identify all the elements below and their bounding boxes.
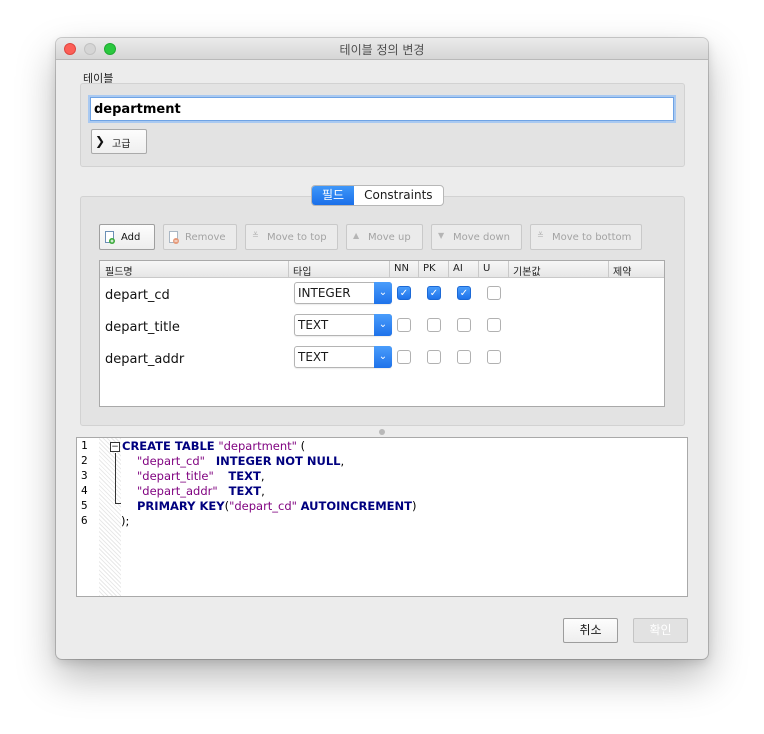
ai-checkbox[interactable]: ✓ [457,286,471,300]
move-to-bottom-label: Move to bottom [552,232,632,243]
table-definition-dialog: 테이블 정의 변경 테이블 ❯ 고급 필드 Constraints Add Re… [56,38,708,659]
tab-bar: 필드 Constraints [311,185,444,206]
column-header-ai[interactable]: AI [453,263,463,274]
column-header-pk[interactable]: PK [423,263,436,274]
move-down-icon: ▼ [438,231,445,240]
code-line: "depart_addr" TEXT, [137,484,265,498]
ai-checkbox[interactable] [457,318,471,332]
column-header-type[interactable]: 타입 [293,263,311,278]
pk-checkbox[interactable] [427,318,441,332]
column-divider [608,261,609,278]
type-value: TEXT [298,318,329,332]
title-bar: 테이블 정의 변경 [56,38,708,60]
table-groupbox [80,83,685,167]
move-to-top-button[interactable]: ≚ Move to top [245,224,338,250]
move-up-label: Move up [368,232,411,243]
add-field-button[interactable]: Add [99,224,155,250]
remove-field-button[interactable]: Remove [163,224,237,250]
column-header-check[interactable]: 제약 [613,263,631,278]
pk-checkbox[interactable]: ✓ [427,286,441,300]
ok-button[interactable]: 확인 [633,618,688,643]
remove-field-icon [169,231,179,244]
sql-preview-editor[interactable]: 1 2 3 4 5 6 − CREATE TABLE "department" … [76,437,688,597]
type-select[interactable]: TEXT ⌄ [294,346,392,368]
type-value: INTEGER [298,286,351,300]
line-number: 1 [81,439,88,452]
chevron-down-icon: ⌄ [374,314,392,336]
line-number: 6 [81,514,88,527]
move-up-icon: ▲ [353,231,360,240]
move-to-top-label: Move to top [267,232,327,243]
advanced-label: 고급 [112,139,131,150]
nn-checkbox[interactable]: ✓ [397,286,411,300]
column-divider [478,261,479,278]
move-to-top-icon: ≚ [252,231,259,240]
tab-constraints[interactable]: Constraints [354,186,442,205]
move-up-button[interactable]: ▲ Move up [346,224,423,250]
fold-collapse-icon[interactable]: − [110,442,120,452]
code-line: CREATE TABLE "department" ( [122,439,306,453]
window-title: 테이블 정의 변경 [339,43,425,57]
chevron-down-icon: ⌄ [374,282,392,304]
line-number: 3 [81,469,88,482]
column-header-field-name[interactable]: 필드명 [105,263,133,278]
table-row[interactable]: depart_addr TEXT ⌄ [100,343,664,375]
move-down-label: Move down [453,232,510,243]
field-name-cell[interactable]: depart_cd [105,288,170,303]
splitter-handle[interactable] [379,429,385,435]
code-line: ); [121,514,130,528]
move-down-button[interactable]: ▼ Move down [431,224,522,250]
nn-checkbox[interactable] [397,350,411,364]
column-header-nn[interactable]: NN [394,263,409,274]
table-row[interactable]: depart_title TEXT ⌄ [100,311,664,343]
chevron-down-icon: ❯ [95,134,106,148]
table-row[interactable]: depart_cd INTEGER ⌄ ✓ ✓ ✓ [100,279,664,311]
tab-fields[interactable]: 필드 [312,186,355,205]
add-field-icon [105,231,115,244]
code-line: PRIMARY KEY("depart_cd" AUTOINCREMENT) [137,499,417,513]
unique-checkbox[interactable] [487,350,501,364]
nn-checkbox[interactable] [397,318,411,332]
line-number: 5 [81,499,88,512]
line-number-gutter: 1 2 3 4 5 6 − [77,438,121,596]
advanced-toggle-button[interactable]: ❯ 고급 [91,129,147,154]
column-divider [389,261,390,278]
code-line: "depart_title" TEXT, [137,469,265,483]
pk-checkbox[interactable] [427,350,441,364]
fields-table: 필드명 타입 NN PK AI U 기본값 제약 depart_cd INTEG… [99,260,665,407]
unique-checkbox[interactable] [487,286,501,300]
ai-checkbox[interactable] [457,350,471,364]
fold-guide [115,453,116,503]
unique-checkbox[interactable] [487,318,501,332]
field-name-cell[interactable]: depart_title [105,320,180,335]
type-select[interactable]: TEXT ⌄ [294,314,392,336]
cancel-button[interactable]: 취소 [563,618,618,643]
chevron-down-icon: ⌄ [374,346,392,368]
type-value: TEXT [298,350,329,364]
table-header: 필드명 타입 NN PK AI U 기본값 제약 [100,261,664,278]
column-divider [508,261,509,278]
field-name-cell[interactable]: depart_addr [105,352,184,367]
add-label: Add [121,232,141,243]
column-header-default[interactable]: 기본값 [513,263,541,278]
remove-label: Remove [185,232,226,243]
column-header-unique[interactable]: U [483,263,490,274]
column-divider [288,261,289,278]
type-select[interactable]: INTEGER ⌄ [294,282,392,304]
table-name-input[interactable] [90,97,674,121]
line-number: 4 [81,484,88,497]
line-number: 2 [81,454,88,467]
column-divider [448,261,449,278]
move-to-bottom-button[interactable]: ≚ Move to bottom [530,224,642,250]
move-to-bottom-icon: ≚ [537,231,544,240]
code-line: "depart_cd" INTEGER NOT NULL, [137,454,345,468]
fold-margin [99,438,121,596]
column-divider [418,261,419,278]
fold-guide-end [115,503,121,504]
